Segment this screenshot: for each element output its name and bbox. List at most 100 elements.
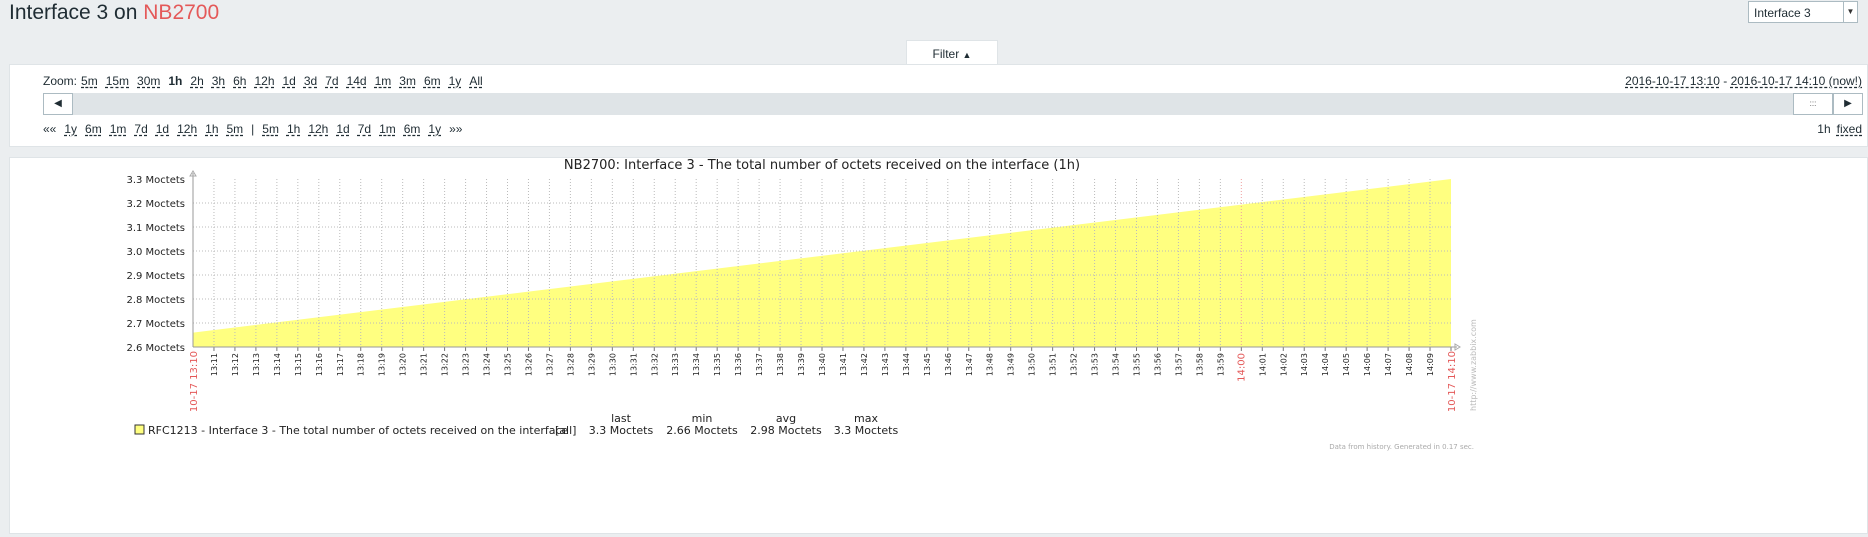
x-tick-label: 13:52: [1070, 353, 1079, 376]
zoom-All[interactable]: All: [469, 74, 482, 88]
zoom-2h[interactable]: 2h: [190, 74, 203, 88]
zoom-6h[interactable]: 6h: [233, 74, 246, 88]
timeline-scrollbar[interactable]: ◀ ::: ▶: [43, 93, 1863, 115]
zoom-5m[interactable]: 5m: [81, 74, 98, 88]
legend-value-last: 3.3 Moctets: [589, 424, 654, 437]
x-tick-label: 13:50: [1028, 353, 1037, 376]
nav-forward-12h[interactable]: 12h: [308, 122, 328, 136]
zoom-1m[interactable]: 1m: [375, 74, 392, 88]
legend-swatch: [134, 424, 145, 435]
nav-forward-1m[interactable]: 1m: [379, 122, 396, 136]
date-range: 2016-10-17 13:10 - 2016-10-17 14:10 (now…: [1625, 74, 1862, 88]
legend-series-name: RFC1213 - Interface 3 - The total number…: [148, 424, 569, 437]
arrow-left-icon: ◀: [54, 98, 62, 109]
navigation-row: «« 1y 6m 1m 7d 1d 12h 1h 5m | 5m 1h 12h 1d 7d 1m 6m 1y »»: [43, 122, 470, 136]
filter-arrow-icon: ▲: [962, 50, 972, 60]
filter-tab[interactable]: Filter ▲: [906, 40, 998, 65]
fixed-mode-link[interactable]: fixed: [1837, 122, 1862, 136]
x-tick-label: 13:59: [1216, 353, 1225, 376]
zoom-3d[interactable]: 3d: [304, 74, 317, 88]
nav-back-7d[interactable]: 7d: [134, 122, 147, 136]
x-tick-label: 13:36: [734, 353, 743, 376]
nav-forward-7d[interactable]: 7d: [358, 122, 371, 136]
generation-footer: Data from history. Generated in 0.17 sec…: [1329, 443, 1474, 451]
nav-forward-5m[interactable]: 5m: [262, 122, 279, 136]
time-filter-panel: Zoom: 5m 15m 30m 1h 2h 3h 6h 12h 1d 3d 7d 14d 1m 3m 6m 1…: [9, 64, 1868, 147]
x-tick-label: 13:15: [294, 353, 303, 376]
x-tick-label: 13:28: [566, 353, 575, 376]
nav-back-all[interactable]: ««: [43, 122, 56, 136]
zoom-14d[interactable]: 14d: [347, 74, 367, 88]
arrow-right-icon: ▶: [1844, 98, 1852, 109]
legend-value-max: 3.3 Moctets: [834, 424, 899, 437]
x-tick-label: 13:14: [273, 353, 282, 376]
nav-forward-6m[interactable]: 6m: [404, 122, 421, 136]
nav-back-6m[interactable]: 6m: [85, 122, 102, 136]
x-tick-label: 13:31: [629, 353, 638, 376]
period-modes: 1h fixed: [1811, 122, 1862, 136]
x-tick-label: 13:19: [378, 353, 387, 376]
nav-back-1h[interactable]: 1h: [205, 122, 218, 136]
x-tick-label: 13:23: [462, 353, 471, 376]
zoom-30m[interactable]: 30m: [137, 74, 160, 88]
x-tick-label: 13:37: [755, 353, 764, 376]
y-tick-label: 2.6 Moctets: [126, 343, 185, 354]
grip-icon: :::: [1809, 99, 1817, 108]
scroll-right-button[interactable]: ▶: [1833, 93, 1863, 115]
x-tick-label: 13:34: [692, 353, 701, 376]
scroll-left-button[interactable]: ◀: [43, 93, 73, 115]
x-tick-label: 13:27: [545, 353, 554, 376]
y-tick-label: 2.9 Moctets: [126, 271, 185, 282]
nav-back-1y[interactable]: 1y: [64, 122, 77, 136]
nav-back-1m[interactable]: 1m: [110, 122, 127, 136]
zoom-12h[interactable]: 12h: [254, 74, 274, 88]
x-tick-label: 13:13: [252, 353, 261, 376]
nav-forward-1h[interactable]: 1h: [287, 122, 300, 136]
zoom-1y[interactable]: 1y: [449, 74, 462, 88]
interface-select[interactable]: Interface 3 ▼: [1748, 1, 1858, 23]
date-from-link[interactable]: 2016-10-17 13:10: [1625, 74, 1720, 88]
zoom-3m[interactable]: 3m: [399, 74, 416, 88]
date-to-link[interactable]: 2016-10-17 14:10 (now!): [1731, 74, 1862, 88]
x-tick-label: 13:21: [420, 353, 429, 376]
x-tick-label: 13:43: [881, 353, 890, 376]
x-tick-label: 13:22: [441, 353, 450, 376]
zoom-label: Zoom:: [43, 74, 78, 88]
period-label: 1h: [1817, 122, 1831, 136]
x-tick-label: 13:49: [1007, 353, 1016, 376]
legend-function: [all]: [555, 424, 576, 437]
x-tick-label: 14:04: [1321, 353, 1330, 376]
y-tick-label: 3.2 Moctets: [126, 199, 185, 210]
scroll-thumb[interactable]: :::: [1793, 93, 1833, 115]
x-tick-label: 13:51: [1049, 353, 1058, 376]
nav-back-12h[interactable]: 12h: [177, 122, 197, 136]
page-title-prefix: Interface 3 on: [9, 1, 144, 24]
nav-back-1d[interactable]: 1d: [156, 122, 169, 136]
x-tick-label: 14:03: [1300, 353, 1309, 376]
chevron-down-icon[interactable]: ▼: [1843, 2, 1857, 22]
x-tick-label: 13:58: [1195, 353, 1204, 376]
zoom-7d[interactable]: 7d: [325, 74, 338, 88]
zoom-3h[interactable]: 3h: [212, 74, 225, 88]
nav-forward-all[interactable]: »»: [449, 122, 462, 136]
host-link[interactable]: NB2700: [143, 1, 219, 24]
x-tick-label: 13:42: [860, 353, 869, 376]
x-tick-label: 14:09: [1426, 353, 1435, 376]
nav-forward-1y[interactable]: 1y: [428, 122, 441, 136]
nav-forward-1d[interactable]: 1d: [336, 122, 349, 136]
x-tick-label: 13:26: [524, 353, 533, 376]
zoom-1h[interactable]: 1h: [168, 74, 182, 88]
x-tick-label: 13:12: [231, 353, 240, 376]
x-tick-label: 13:41: [839, 353, 848, 376]
y-tick-label: 3.1 Moctets: [126, 223, 185, 234]
y-tick-label: 2.7 Moctets: [126, 319, 185, 330]
x-tick-label: 13:54: [1112, 353, 1121, 376]
nav-back-5m[interactable]: 5m: [227, 122, 244, 136]
y-tick-label: 2.8 Moctets: [126, 295, 185, 306]
zoom-1d[interactable]: 1d: [283, 74, 296, 88]
zoom-6m[interactable]: 6m: [424, 74, 441, 88]
x-tick-label: 13:11: [210, 353, 219, 376]
zoom-15m[interactable]: 15m: [106, 74, 129, 88]
x-tick-label: 14:07: [1384, 353, 1393, 376]
chart-title: NB2700: Interface 3 - The total number o…: [564, 158, 1080, 173]
